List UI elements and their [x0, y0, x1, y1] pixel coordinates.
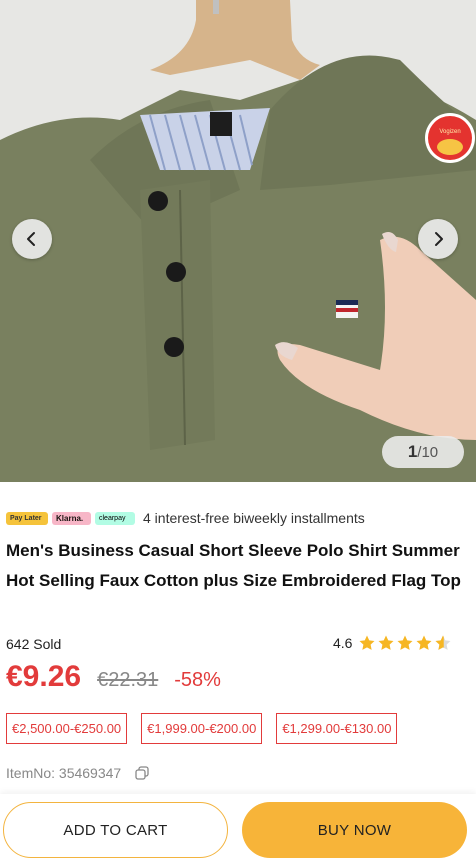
product-gallery[interactable]: Vogizen 1 / 10	[0, 0, 476, 482]
buy-now-button[interactable]: BUY NOW	[242, 802, 467, 858]
clearpay-logo: clearpay	[95, 511, 135, 525]
copy-icon[interactable]	[135, 766, 149, 780]
next-image-button[interactable]	[418, 219, 458, 259]
original-price: €22.31	[97, 669, 159, 691]
star-icon	[416, 635, 432, 650]
discount-badge: -58%	[174, 669, 221, 691]
coupon-tier[interactable]: €1,299.00-€130.00	[276, 713, 398, 744]
brand-badge: Vogizen	[425, 113, 475, 163]
current-price: €9.26	[6, 660, 82, 693]
product-photo	[0, 0, 476, 482]
chevron-left-icon	[27, 232, 35, 246]
image-counter-total: 10	[421, 443, 439, 461]
image-counter-current: 1	[407, 442, 418, 461]
star-half-icon	[435, 635, 451, 650]
product-title: Men's Business Casual Short Sleeve Polo …	[6, 541, 461, 590]
star-icon	[397, 635, 413, 650]
star-icon	[359, 635, 375, 650]
add-to-cart-button[interactable]: ADD TO CART	[3, 802, 228, 858]
paylater-logo: Pay Later	[6, 511, 48, 525]
brand-badge-text: Vogizen	[439, 129, 460, 135]
rating-value: 4.6	[333, 635, 353, 651]
rating-stars	[358, 634, 453, 652]
coupon-tier[interactable]: €1,999.00-€200.00	[141, 713, 263, 744]
item-number-text: ItemNo: 35469347	[6, 765, 122, 781]
installments-text: 4 interest-free biweekly installments	[143, 510, 365, 526]
payment-options[interactable]: Pay Later Klarna. clearpay 4 interest-fr…	[6, 508, 365, 528]
item-number: ItemNo: 35469347	[6, 765, 149, 781]
price-row: €9.26 €22.31 -58%	[6, 660, 221, 694]
sold-count: 642 Sold	[6, 636, 62, 652]
previous-image-button[interactable]	[12, 219, 52, 259]
chevron-right-icon	[435, 232, 443, 246]
star-icon	[378, 635, 394, 650]
klarna-logo: Klarna.	[52, 511, 91, 525]
image-counter: 1 / 10	[382, 436, 464, 468]
coupon-tiers: €2,500.00-€250.00 €1,999.00-€200.00 €1,2…	[6, 713, 398, 744]
product-rating[interactable]: 4.6	[333, 634, 453, 652]
bottom-action-bar: ADD TO CART BUY NOW	[0, 794, 476, 863]
coupon-tier[interactable]: €2,500.00-€250.00	[6, 713, 128, 744]
